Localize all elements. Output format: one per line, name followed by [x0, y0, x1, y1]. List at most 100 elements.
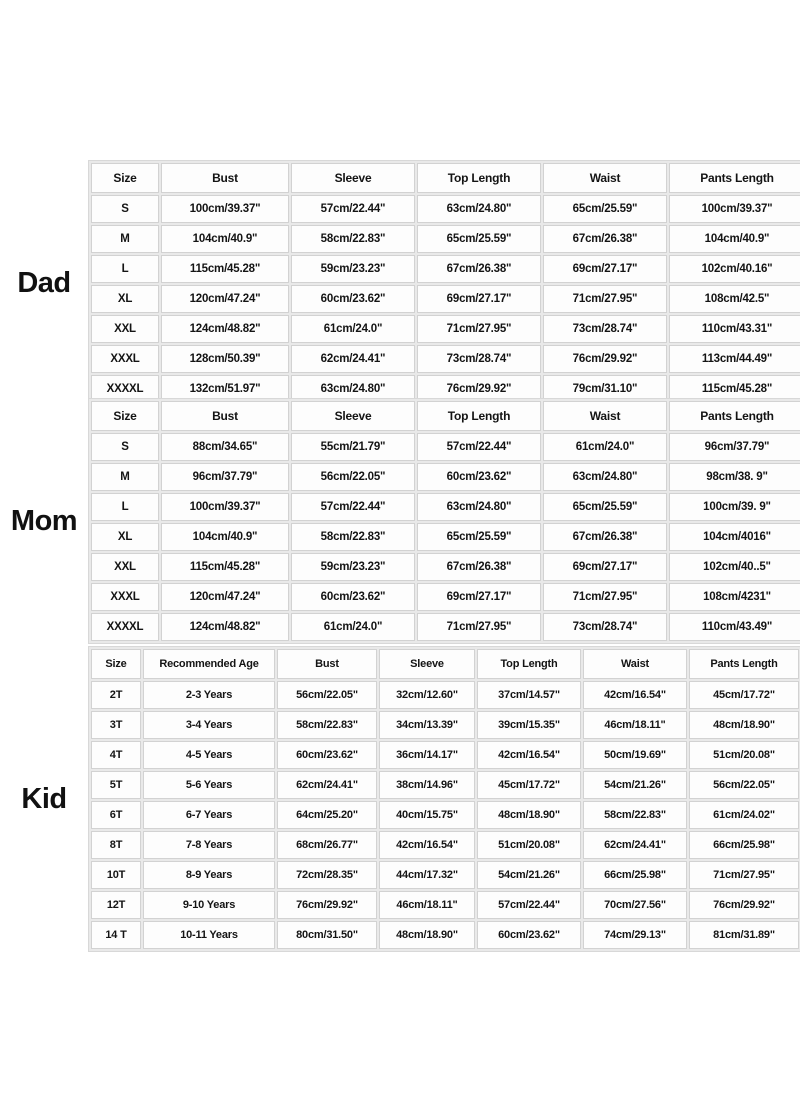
cell-bust: 128cm/50.39": [161, 345, 289, 373]
cell-top-length: 57cm/22.44": [417, 433, 541, 461]
cell-pants-length: 100cm/39.37": [669, 195, 800, 223]
cell-pants-length: 48cm/18.90": [689, 711, 799, 739]
cell-bust: 80cm/31.50": [277, 921, 377, 949]
cell-sleeve: 32cm/12.60": [379, 681, 475, 709]
cell-pants-length: 113cm/44.49": [669, 345, 800, 373]
cell-pants-length: 102cm/40..5": [669, 553, 800, 581]
table-row: 8T 7-8 Years 68cm/26.77" 42cm/16.54" 51c…: [91, 831, 799, 859]
table-wrapper-kid: Size Recommended Age Bust Sleeve Top Len…: [88, 646, 800, 952]
table-row: XXXL 120cm/47.24" 60cm/23.62" 69cm/27.17…: [91, 583, 800, 611]
cell-waist: 66cm/25.98": [583, 861, 687, 889]
cell-sleeve: 59cm/23.23": [291, 553, 415, 581]
cell-pants-length: 102cm/40.16": [669, 255, 800, 283]
cell-top-length: 69cm/27.17": [417, 285, 541, 313]
cell-top-length: 45cm/17.72": [477, 771, 581, 799]
column-header-size: Size: [91, 401, 159, 431]
cell-recommended-age: 10-11 Years: [143, 921, 275, 949]
table-row: 4T 4-5 Years 60cm/23.62" 36cm/14.17" 42c…: [91, 741, 799, 769]
cell-sleeve: 58cm/22.83": [291, 225, 415, 253]
cell-size: L: [91, 255, 159, 283]
cell-bust: 120cm/47.24": [161, 583, 289, 611]
column-header-top-length: Top Length: [417, 163, 541, 193]
cell-size: 12T: [91, 891, 141, 919]
column-header-size: Size: [91, 163, 159, 193]
cell-size: 3T: [91, 711, 141, 739]
column-header-waist: Waist: [543, 401, 667, 431]
size-table-kid: Size Recommended Age Bust Sleeve Top Len…: [88, 646, 800, 952]
cell-recommended-age: 9-10 Years: [143, 891, 275, 919]
cell-sleeve: 40cm/15.75": [379, 801, 475, 829]
cell-recommended-age: 2-3 Years: [143, 681, 275, 709]
column-header-bust: Bust: [277, 649, 377, 679]
cell-pants-length: 96cm/37.79": [669, 433, 800, 461]
table-row: XL 104cm/40.9" 58cm/22.83" 65cm/25.59" 6…: [91, 523, 800, 551]
table-row: XXXXL 124cm/48.82" 61cm/24.0" 71cm/27.95…: [91, 613, 800, 641]
cell-top-length: 67cm/26.38": [417, 553, 541, 581]
table-header-kid: Size Recommended Age Bust Sleeve Top Len…: [91, 649, 799, 679]
cell-size: M: [91, 225, 159, 253]
cell-recommended-age: 6-7 Years: [143, 801, 275, 829]
cell-pants-length: 76cm/29.92": [689, 891, 799, 919]
cell-pants-length: 66cm/25.98": [689, 831, 799, 859]
cell-size: 5T: [91, 771, 141, 799]
cell-waist: 67cm/26.38": [543, 523, 667, 551]
size-chart-page: Dad Size Bust Sleeve Top Length Waist Pa…: [0, 0, 800, 1096]
table-wrapper-dad: Size Bust Sleeve Top Length Waist Pants …: [88, 160, 800, 406]
cell-waist: 73cm/28.74": [543, 613, 667, 641]
cell-sleeve: 46cm/18.11": [379, 891, 475, 919]
cell-size: 6T: [91, 801, 141, 829]
table-row: XL 120cm/47.24" 60cm/23.62" 69cm/27.17" …: [91, 285, 800, 313]
cell-waist: 69cm/27.17": [543, 553, 667, 581]
cell-waist: 76cm/29.92": [543, 345, 667, 373]
cell-size: S: [91, 433, 159, 461]
cell-bust: 72cm/28.35": [277, 861, 377, 889]
cell-pants-length: 110cm/43.49": [669, 613, 800, 641]
table-header-row: Size Recommended Age Bust Sleeve Top Len…: [91, 649, 799, 679]
cell-waist: 71cm/27.95": [543, 285, 667, 313]
cell-bust: 76cm/29.92": [277, 891, 377, 919]
table-row: 10T 8-9 Years 72cm/28.35" 44cm/17.32" 54…: [91, 861, 799, 889]
cell-size: XXXXL: [91, 613, 159, 641]
cell-sleeve: 34cm/13.39": [379, 711, 475, 739]
cell-waist: 46cm/18.11": [583, 711, 687, 739]
cell-pants-length: 81cm/31.89": [689, 921, 799, 949]
cell-waist: 74cm/29.13": [583, 921, 687, 949]
column-header-sleeve: Sleeve: [291, 163, 415, 193]
cell-sleeve: 58cm/22.83": [291, 523, 415, 551]
cell-size: 4T: [91, 741, 141, 769]
cell-recommended-age: 3-4 Years: [143, 711, 275, 739]
cell-pants-length: 104cm/4016": [669, 523, 800, 551]
size-table-mom: Size Bust Sleeve Top Length Waist Pants …: [88, 398, 800, 644]
cell-bust: 124cm/48.82": [161, 315, 289, 343]
table-wrapper-mom: Size Bust Sleeve Top Length Waist Pants …: [88, 398, 800, 644]
table-row: XXXL 128cm/50.39" 62cm/24.41" 73cm/28.74…: [91, 345, 800, 373]
cell-pants-length: 104cm/40.9": [669, 225, 800, 253]
table-row: 3T 3-4 Years 58cm/22.83" 34cm/13.39" 39c…: [91, 711, 799, 739]
table-header-row: Size Bust Sleeve Top Length Waist Pants …: [91, 163, 800, 193]
cell-sleeve: 42cm/16.54": [379, 831, 475, 859]
cell-waist: 73cm/28.74": [543, 315, 667, 343]
cell-top-length: 69cm/27.17": [417, 583, 541, 611]
cell-sleeve: 61cm/24.0": [291, 315, 415, 343]
cell-size: XXXL: [91, 583, 159, 611]
cell-waist: 65cm/25.59": [543, 493, 667, 521]
column-header-bust: Bust: [161, 401, 289, 431]
column-header-recommended-age: Recommended Age: [143, 649, 275, 679]
cell-size: S: [91, 195, 159, 223]
cell-waist: 71cm/27.95": [543, 583, 667, 611]
cell-top-length: 42cm/16.54": [477, 741, 581, 769]
cell-sleeve: 55cm/21.79": [291, 433, 415, 461]
cell-top-length: 71cm/27.95": [417, 315, 541, 343]
column-header-waist: Waist: [583, 649, 687, 679]
cell-pants-length: 51cm/20.08": [689, 741, 799, 769]
cell-waist: 58cm/22.83": [583, 801, 687, 829]
cell-sleeve: 44cm/17.32": [379, 861, 475, 889]
group-label-kid: Kid: [21, 782, 67, 815]
cell-top-length: 48cm/18.90": [477, 801, 581, 829]
cell-pants-length: 45cm/17.72": [689, 681, 799, 709]
cell-sleeve: 56cm/22.05": [291, 463, 415, 491]
cell-waist: 50cm/19.69": [583, 741, 687, 769]
cell-size: XXL: [91, 315, 159, 343]
cell-top-length: 71cm/27.95": [417, 613, 541, 641]
cell-bust: 68cm/26.77": [277, 831, 377, 859]
